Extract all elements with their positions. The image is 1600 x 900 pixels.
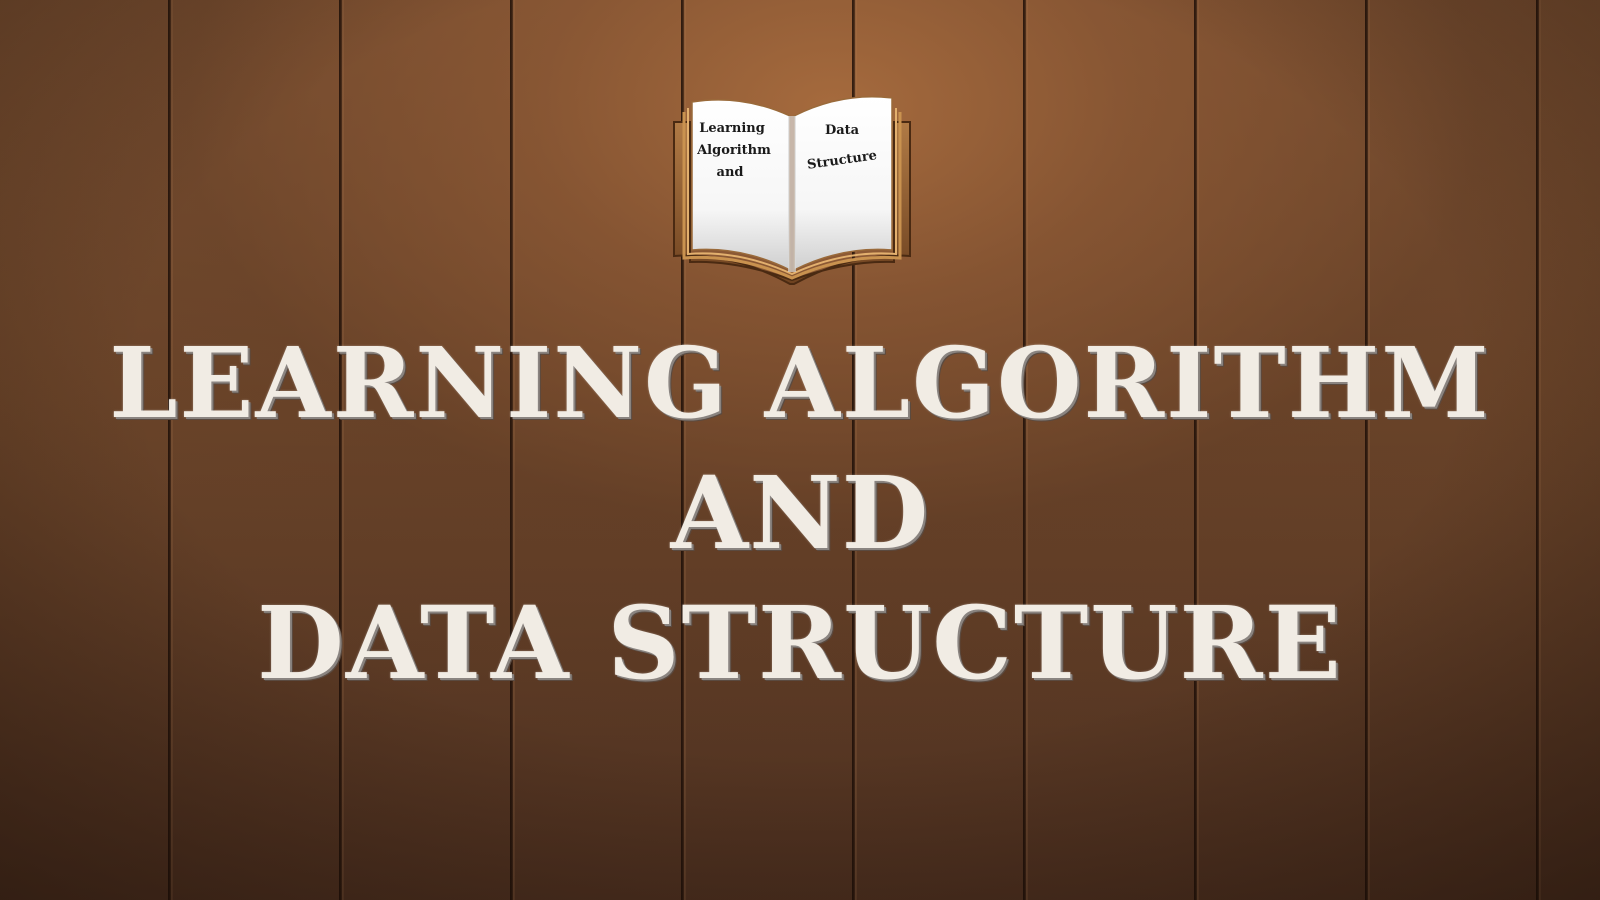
title-line-3: DATA STRUCTURE [257, 584, 1343, 702]
wood-background: Learning Algorithm and Data Structure LE… [0, 0, 1600, 900]
book-right-line-1: Data [825, 123, 860, 138]
title-line-2: AND [670, 454, 930, 572]
book-left-line-3: and [717, 165, 744, 180]
title-line-1: LEARNING ALGORITHM [109, 326, 1491, 440]
open-book-icon: Learning Algorithm and Data Structure [672, 94, 912, 290]
book-left-line-2: Algorithm [696, 143, 771, 158]
book-left-line-1: Learning [699, 121, 765, 136]
page-title: LEARNING ALGORITHM AND DATA STRUCTURE [0, 318, 1600, 708]
